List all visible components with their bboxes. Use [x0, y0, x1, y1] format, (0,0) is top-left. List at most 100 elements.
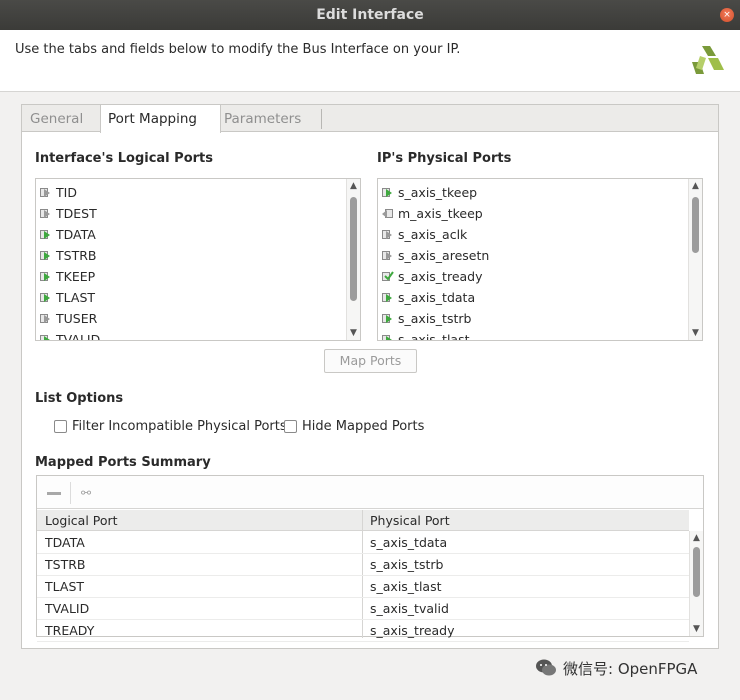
list-item[interactable]: TDEST	[40, 203, 97, 224]
summary-scrollbar[interactable]: ▲ ▼	[689, 531, 703, 636]
close-icon[interactable]: ×	[720, 8, 734, 22]
window-title: Edit Interface	[316, 7, 424, 23]
column-header-logical[interactable]: Logical Port	[45, 513, 118, 528]
compatible-port-icon	[40, 250, 51, 261]
list-item[interactable]: m_axis_tkeep	[382, 203, 483, 224]
wechat-watermark: 微信号: OpenFPGA	[535, 655, 715, 681]
xilinx-logo-icon	[692, 46, 724, 74]
column-header-physical[interactable]: Physical Port	[370, 513, 450, 528]
port-name: s_axis_aclk	[398, 227, 468, 242]
physical-ports-scrollbar[interactable]: ▲ ▼	[688, 179, 702, 340]
tab-strip: General Port Mapping Parameters	[22, 105, 718, 133]
scroll-down-icon[interactable]: ▼	[690, 623, 703, 635]
list-item[interactable]: TKEEP	[40, 266, 95, 287]
logical-ports-list[interactable]: TVALID TUSER TLAST TKEEP TSTRB TDATA TDEST TID …	[35, 178, 361, 341]
port-name: TUSER	[56, 311, 98, 326]
compatible-port-icon	[382, 292, 393, 303]
scroll-down-icon[interactable]: ▼	[689, 327, 702, 339]
port-name: TID	[56, 185, 77, 200]
port-name: TKEEP	[56, 269, 96, 284]
physical-port-cell: s_axis_tstrb	[370, 557, 444, 572]
table-row[interactable]: TSTRB s_axis_tstrb	[37, 554, 689, 576]
table-row[interactable]: TVALID s_axis_tvalid	[37, 598, 689, 620]
compatible-port-icon	[40, 271, 51, 282]
remove-mapping-icon[interactable]	[47, 492, 61, 495]
list-item[interactable]: TLAST	[40, 287, 95, 308]
scroll-down-icon[interactable]: ▼	[347, 327, 360, 339]
physical-port-cell: s_axis_tready	[370, 623, 455, 638]
list-item[interactable]: TID	[40, 182, 77, 203]
scroll-thumb[interactable]	[693, 547, 700, 597]
physical-port-cell: s_axis_tdata	[370, 535, 448, 550]
port-name: s_axis_tready	[398, 269, 483, 284]
list-item[interactable]: s_axis_tkeep	[382, 182, 477, 203]
mapped-summary-title: Mapped Ports Summary	[35, 455, 211, 470]
list-item[interactable]: TDATA	[40, 224, 96, 245]
hide-mapped-option[interactable]: Hide Mapped Ports	[284, 419, 424, 434]
port-name: TDEST	[56, 206, 97, 221]
input-port-icon	[40, 313, 51, 324]
logical-ports-scrollbar[interactable]: ▲ ▼	[346, 179, 360, 340]
hide-mapped-checkbox[interactable]	[284, 420, 297, 433]
list-item[interactable]: TVALID	[40, 329, 101, 341]
port-name: TDATA	[56, 227, 96, 242]
port-name: s_axis_tstrb	[398, 311, 472, 326]
port-mapping-panel: General Port Mapping Parameters Interfac…	[21, 104, 719, 649]
filter-incompatible-label: Filter Incompatible Physical Ports	[72, 419, 287, 434]
scroll-thumb[interactable]	[350, 197, 357, 301]
scroll-thumb[interactable]	[692, 197, 699, 253]
list-item[interactable]: s_axis_aresetn	[382, 245, 489, 266]
port-name: TSTRB	[56, 248, 97, 263]
list-item[interactable]: s_axis_tready	[382, 266, 483, 287]
compatible-port-icon	[40, 334, 51, 340]
toolbar-divider	[70, 482, 71, 504]
scroll-up-icon[interactable]: ▲	[690, 532, 703, 544]
table-row[interactable]: TREADY s_axis_tready	[37, 620, 689, 642]
table-row[interactable]: TLAST s_axis_tlast	[37, 576, 689, 598]
compatible-port-icon	[40, 292, 51, 303]
tab-port-mapping[interactable]: Port Mapping	[100, 105, 221, 133]
dialog-header: Use the tabs and fields below to modify …	[0, 30, 740, 92]
header-description: Use the tabs and fields below to modify …	[15, 42, 461, 57]
table-row[interactable]: TDATA s_axis_tdata	[37, 532, 689, 554]
input-port-icon	[40, 208, 51, 219]
table-header: Logical Port Physical Port	[37, 510, 689, 531]
logical-port-cell: TSTRB	[45, 557, 86, 572]
compatible-port-icon	[40, 229, 51, 240]
tab-divider	[321, 109, 322, 129]
list-item[interactable]: s_axis_tdata	[382, 287, 475, 308]
input-port-icon	[40, 187, 51, 198]
logical-port-cell: TLAST	[45, 579, 85, 594]
port-name: m_axis_tkeep	[398, 206, 483, 221]
map-ports-button[interactable]: Map Ports	[324, 349, 417, 373]
filter-incompatible-checkbox[interactable]	[54, 420, 67, 433]
logical-port-cell: TDATA	[45, 535, 85, 550]
list-item[interactable]: s_axis_tlast	[382, 329, 470, 341]
tab-parameters[interactable]: Parameters	[224, 105, 301, 132]
list-options-title: List Options	[35, 391, 124, 406]
scroll-up-icon[interactable]: ▲	[347, 180, 360, 192]
port-name: TVALID	[56, 332, 101, 341]
physical-ports-list[interactable]: s_axis_tlast s_axis_tstrb s_axis_tdata s_ax…	[377, 178, 703, 341]
filter-incompatible-option[interactable]: Filter Incompatible Physical Ports	[54, 419, 287, 434]
wechat-icon	[536, 659, 556, 676]
tab-general[interactable]: General	[30, 105, 83, 132]
list-item[interactable]: TUSER	[40, 308, 97, 329]
physical-port-cell: s_axis_tvalid	[370, 601, 449, 616]
input-port-icon	[382, 250, 393, 261]
port-name: s_axis_tlast	[398, 332, 470, 341]
list-item[interactable]: s_axis_aclk	[382, 224, 467, 245]
auto-map-icon[interactable]: ⚯	[81, 486, 91, 500]
port-name: s_axis_tdata	[398, 290, 476, 305]
list-item[interactable]: TSTRB	[40, 245, 96, 266]
physical-ports-title: IP's Physical Ports	[377, 151, 512, 166]
watermark-text: 微信号: OpenFPGA	[563, 659, 698, 678]
logical-port-cell: TVALID	[45, 601, 90, 616]
list-item[interactable]: s_axis_tstrb	[382, 308, 471, 329]
physical-port-cell: s_axis_tlast	[370, 579, 442, 594]
port-name: TLAST	[56, 290, 96, 305]
logical-port-cell: TREADY	[45, 623, 95, 638]
scroll-up-icon[interactable]: ▲	[689, 180, 702, 192]
logical-ports-title: Interface's Logical Ports	[35, 151, 213, 166]
port-name: s_axis_aresetn	[398, 248, 490, 263]
